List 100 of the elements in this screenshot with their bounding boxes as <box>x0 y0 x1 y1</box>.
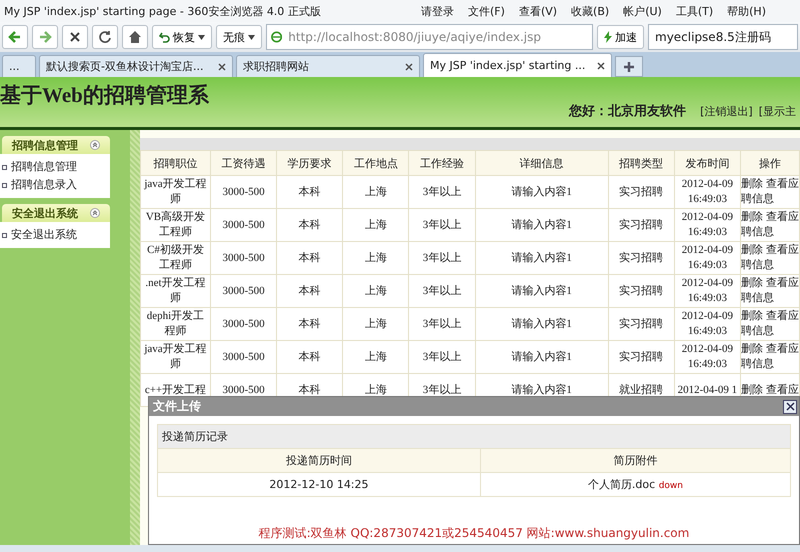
menu-item[interactable]: 收藏(B) <box>571 4 610 18</box>
browser-tab[interactable]: My JSP 'index.jsp' starting ... <box>423 53 612 77</box>
menu-item[interactable]: 文件(F) <box>468 4 505 18</box>
sidebar-item[interactable]: 招聘信息录入 <box>11 176 77 194</box>
table-cell: 实习招聘 <box>608 308 674 340</box>
sidebar-item[interactable]: 招聘信息管理 <box>11 158 77 176</box>
browser-tab[interactable]: 求职招聘网站 <box>236 55 420 77</box>
search-field[interactable]: myeclipse8.5注册码 <box>648 24 798 50</box>
column-header: 简历附件 <box>480 448 790 472</box>
restore-button[interactable]: 恢复 <box>152 25 212 49</box>
table-cell: 2012-04-09 16:49:03 <box>674 340 740 374</box>
table-cell: 3000-500 <box>210 308 277 340</box>
table-cell: 3000-500 <box>210 242 277 274</box>
close-icon[interactable] <box>597 62 605 70</box>
speedup-button[interactable]: 加速 <box>597 25 644 49</box>
plus-icon[interactable] <box>623 60 635 72</box>
table-cell: java开发工程师 <box>140 340 210 374</box>
bullet-icon <box>2 232 7 238</box>
table-cell: 3000-500 <box>210 340 277 374</box>
table-cell: 2012-04-09 16:49:03 <box>674 242 740 274</box>
footer-text: 程序测试:双鱼林 QQ:287307421或254540457 网站:www.shuangyulin.com <box>258 525 690 542</box>
sidebar-section-header[interactable]: 招聘信息管理 <box>2 136 110 154</box>
close-button[interactable] <box>783 400 797 414</box>
collapse-icon[interactable] <box>90 140 100 150</box>
table-cell: 上海 <box>342 176 409 208</box>
table-cell: 3年以上 <box>408 176 476 208</box>
menu-item[interactable]: 查看(V) <box>518 4 558 18</box>
table-cell: 3000-500 <box>210 274 277 308</box>
table-cell: 2012-04-09 16:49:03 <box>674 308 740 340</box>
download-link[interactable]: down <box>658 481 683 491</box>
table-cell: 实习招聘 <box>608 274 674 308</box>
back-button[interactable] <box>2 25 28 49</box>
column-header: 操作 <box>740 150 800 176</box>
bullet-icon <box>2 182 7 188</box>
column-header: 工作地点 <box>342 150 409 176</box>
menu-item[interactable]: 请登录 <box>421 4 454 18</box>
browser-tab[interactable]: 默认搜索页-双鱼林设计淘宝店... <box>39 55 233 77</box>
home-icon[interactable] <box>128 30 142 44</box>
sidebar-section-header[interactable]: 安全退出系统 <box>2 204 110 222</box>
file-name: 个人简历.doc <box>588 478 656 491</box>
row-actions[interactable]: 删除 查看应聘信息 <box>741 243 799 273</box>
table-cell: 请输入内容1 <box>475 274 608 308</box>
table-caption: 投递简历记录 <box>158 424 790 448</box>
table-cell: 本科 <box>276 176 343 208</box>
column-header: 详细信息 <box>475 150 608 176</box>
caret-icon <box>248 34 255 40</box>
private-button[interactable]: 无痕 <box>216 25 262 49</box>
table-cell: 3年以上 <box>408 274 476 308</box>
row-actions[interactable]: 删除 查看应聘信息 <box>741 342 799 372</box>
table-cell: 请输入内容1 <box>475 242 608 274</box>
close-icon[interactable] <box>786 402 794 411</box>
column-header: 学历要求 <box>276 150 343 176</box>
table-cell: 本科 <box>276 308 343 340</box>
greeting-text: 您好：北京用友软件 <box>569 102 686 120</box>
column-header: 工作经验 <box>408 150 476 176</box>
menu-item[interactable]: 帮助(H) <box>727 4 766 18</box>
row-actions[interactable]: 删除 查看应聘信息 <box>741 177 799 207</box>
table-cell: java开发工程师 <box>140 176 210 208</box>
table-cell: 上海 <box>342 208 409 242</box>
header-link[interactable]: [显示主 <box>758 104 796 118</box>
menu-item[interactable]: 帐户(U) <box>623 4 662 18</box>
browser-tab[interactable]: ... <box>2 55 36 77</box>
lightning-icon <box>604 31 612 43</box>
refresh-icon[interactable] <box>98 30 112 44</box>
table-cell: 上海 <box>342 242 409 274</box>
column-header: 工资待遇 <box>210 150 277 176</box>
table-cell: 3000-500 <box>210 208 277 242</box>
close-icon[interactable] <box>69 31 81 43</box>
table-cell: 3年以上 <box>408 242 476 274</box>
globe-icon <box>271 31 282 43</box>
row-actions[interactable]: 删除 查看应聘信息 <box>741 276 799 306</box>
new-tab-button[interactable] <box>615 56 643 77</box>
address-field[interactable]: http://localhost:8080/jiuye/aqiye/index.jsp <box>266 24 593 50</box>
table-cell: 本科 <box>276 274 343 308</box>
table-cell: 上海 <box>342 340 409 374</box>
column-header: 招聘类型 <box>608 150 674 176</box>
caret-icon <box>198 34 205 40</box>
table-cell: 2012-12-10 14:25 <box>158 472 480 496</box>
close-icon[interactable] <box>218 62 226 70</box>
row-actions[interactable]: 删除 查看应聘信息 <box>741 210 799 240</box>
home-button[interactable] <box>122 25 148 49</box>
page-title: 基于Web的招聘管理系 <box>0 82 209 109</box>
header-link[interactable]: [注销退出] <box>700 104 753 118</box>
table-cell: 2012-04-09 16:49:03 <box>674 208 740 242</box>
refresh-button[interactable] <box>92 25 118 49</box>
stop-button[interactable] <box>62 25 88 49</box>
column-header: 投递简历时间 <box>158 448 480 472</box>
collapse-icon[interactable] <box>90 208 100 218</box>
row-actions[interactable]: 删除 查看应聘信息 <box>741 309 799 339</box>
table-cell: 3年以上 <box>408 308 476 340</box>
table-cell: 实习招聘 <box>608 340 674 374</box>
table-cell: 上海 <box>342 274 409 308</box>
table-cell: 3年以上 <box>408 208 476 242</box>
table-cell: 本科 <box>276 242 343 274</box>
back-icon[interactable] <box>8 30 22 44</box>
close-icon[interactable] <box>405 62 413 70</box>
table-cell: 实习招聘 <box>608 242 674 274</box>
table-cell: 2012-04-09 16:49:03 <box>674 176 740 208</box>
menu-item[interactable]: 工具(T) <box>676 4 714 18</box>
table-cell: 2012-04-09 16:49:03 <box>674 274 740 308</box>
